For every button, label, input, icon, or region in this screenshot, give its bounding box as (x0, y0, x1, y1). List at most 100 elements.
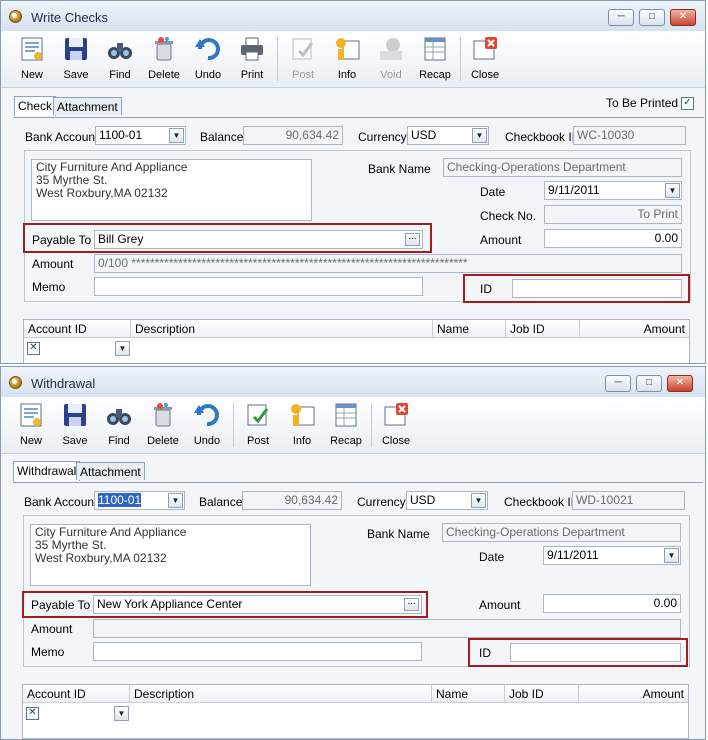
memo-field[interactable] (94, 277, 423, 296)
find-button[interactable]: Find (100, 33, 140, 85)
distribution-grid[interactable]: Account ID Description Name Job ID Amoun… (22, 684, 689, 739)
new-button[interactable]: New (12, 33, 52, 85)
void-button[interactable]: Void (371, 33, 411, 85)
col-job-id[interactable]: Job ID (505, 685, 579, 703)
col-amount[interactable]: Amount (580, 320, 689, 338)
chevron-down-icon[interactable]: ▼ (115, 341, 130, 356)
toolbar: New Save Find Delete Undo Print Post Inf… (1, 31, 705, 88)
new-button[interactable]: New (11, 399, 51, 451)
amount-field[interactable]: 0.00 (544, 229, 682, 248)
chevron-down-icon[interactable]: ▼ (664, 548, 679, 563)
memo-label: Memo (32, 280, 66, 294)
id-field[interactable] (510, 643, 681, 662)
info-icon (336, 38, 360, 60)
write-checks-window: Write Checks ─ □ ✕ New Save Find Delete … (0, 0, 706, 364)
minimize-button[interactable]: ─ (605, 375, 631, 392)
chevron-down-icon[interactable]: ▼ (472, 128, 487, 143)
amount-in-words-field (93, 619, 681, 638)
col-description[interactable]: Description (130, 685, 432, 703)
chevron-down-icon[interactable]: ▼ (168, 493, 183, 508)
col-amount[interactable]: Amount (579, 685, 688, 703)
chevron-down-icon[interactable]: ▼ (665, 183, 680, 198)
row-delete-icon[interactable]: ✕ (27, 342, 40, 355)
col-description[interactable]: Description (131, 320, 433, 338)
recap-button[interactable]: Recap (326, 399, 366, 451)
to-be-printed-label: To Be Printed (606, 96, 679, 110)
checkbook-id-label: Checkbook ID (504, 495, 580, 509)
payee-address-box[interactable]: City Furniture And Appliance 35 Myrthe S… (31, 159, 312, 221)
find-button[interactable]: Find (99, 399, 139, 451)
tab-panel-border (14, 117, 704, 118)
payable-to-label: Payable To (31, 598, 91, 612)
bank-account-dropdown[interactable]: 1100-01 ▼ (95, 126, 186, 145)
id-field[interactable] (512, 279, 682, 298)
col-name[interactable]: Name (433, 320, 506, 338)
balance-field: 90,634.42 (243, 126, 343, 145)
floppy-disk-icon (65, 38, 87, 60)
save-button[interactable]: Save (56, 33, 96, 85)
payable-to-field[interactable]: New York Appliance Center... (93, 595, 422, 614)
delete-button[interactable]: Delete (143, 399, 183, 451)
bank-account-label: Bank Account (25, 130, 99, 144)
ellipsis-icon[interactable]: ... (404, 597, 419, 611)
to-be-printed-checkbox[interactable]: ✓ (681, 97, 694, 110)
memo-field[interactable] (93, 642, 422, 661)
check-no-field: To Print (544, 205, 682, 224)
date-picker[interactable]: 9/11/2011 ▼ (543, 546, 681, 565)
amount-in-words-label: Amount (31, 622, 73, 636)
amount-in-words-label: Amount (32, 257, 74, 271)
close-form-button[interactable]: Close (465, 33, 505, 85)
ellipsis-icon[interactable]: ... (405, 232, 420, 246)
chevron-down-icon[interactable]: ▼ (471, 493, 486, 508)
payee-address-box[interactable]: City Furniture And Appliance 35 Myrthe S… (30, 524, 311, 586)
tab-attachment[interactable]: Attachment (53, 97, 122, 115)
title-bar[interactable]: Withdrawal ─ □ ✕ (1, 367, 705, 398)
close-form-button[interactable]: Close (376, 399, 416, 451)
currency-dropdown[interactable]: USD ▼ (406, 491, 488, 510)
row-delete-icon[interactable]: ✕ (26, 707, 39, 720)
chevron-down-icon[interactable]: ▼ (114, 706, 129, 721)
col-job-id[interactable]: Job ID (506, 320, 580, 338)
save-button[interactable]: Save (55, 399, 95, 451)
close-button[interactable]: ✕ (670, 9, 696, 26)
col-account-id[interactable]: Account ID (24, 320, 131, 338)
bank-account-dropdown[interactable]: 1100-01 ▼ (94, 491, 185, 510)
undo-arrow-icon (194, 404, 219, 427)
post-ledger-icon (247, 404, 269, 426)
maximize-button[interactable]: □ (639, 9, 665, 26)
tab-check[interactable]: Check (14, 96, 57, 116)
checkbook-id-field: WD-10021 (572, 491, 685, 510)
trash-bin-icon (155, 37, 173, 61)
minimize-button[interactable]: ─ (608, 9, 634, 26)
tab-withdrawal[interactable]: Withdrawal (13, 461, 81, 481)
app-icon (9, 10, 22, 23)
date-label: Date (480, 185, 506, 199)
amount-field[interactable]: 0.00 (543, 594, 681, 613)
info-button[interactable]: Info (282, 399, 322, 451)
undo-button[interactable]: Undo (187, 399, 227, 451)
payable-to-field[interactable]: Bill Grey... (94, 230, 423, 249)
print-button[interactable]: Print (232, 33, 272, 85)
col-name[interactable]: Name (432, 685, 505, 703)
withdrawal-window: Withdrawal ─ □ ✕ New Save Find Delete Un… (0, 366, 706, 740)
col-account-id[interactable]: Account ID (23, 685, 130, 703)
delete-button[interactable]: Delete (144, 33, 184, 85)
tab-attachment[interactable]: Attachment (76, 462, 145, 480)
undo-button[interactable]: Undo (188, 33, 228, 85)
binoculars-icon (108, 43, 132, 59)
date-picker[interactable]: 9/11/2011 ▼ (544, 181, 682, 200)
app-icon (9, 376, 22, 389)
post-button[interactable]: Post (283, 33, 323, 85)
post-button[interactable]: Post (238, 399, 278, 451)
distribution-grid[interactable]: Account ID Description Name Job ID Amoun… (23, 319, 690, 363)
info-button[interactable]: Info (327, 33, 367, 85)
close-button[interactable]: ✕ (667, 375, 693, 392)
balance-label: Balance (200, 130, 244, 144)
title-bar[interactable]: Write Checks ─ □ ✕ (1, 1, 705, 32)
recap-button[interactable]: Recap (415, 33, 455, 85)
toolbar-separator (233, 403, 234, 447)
currency-dropdown[interactable]: USD ▼ (407, 126, 489, 145)
new-document-icon (21, 37, 43, 61)
chevron-down-icon[interactable]: ▼ (169, 128, 184, 143)
maximize-button[interactable]: □ (636, 375, 662, 392)
